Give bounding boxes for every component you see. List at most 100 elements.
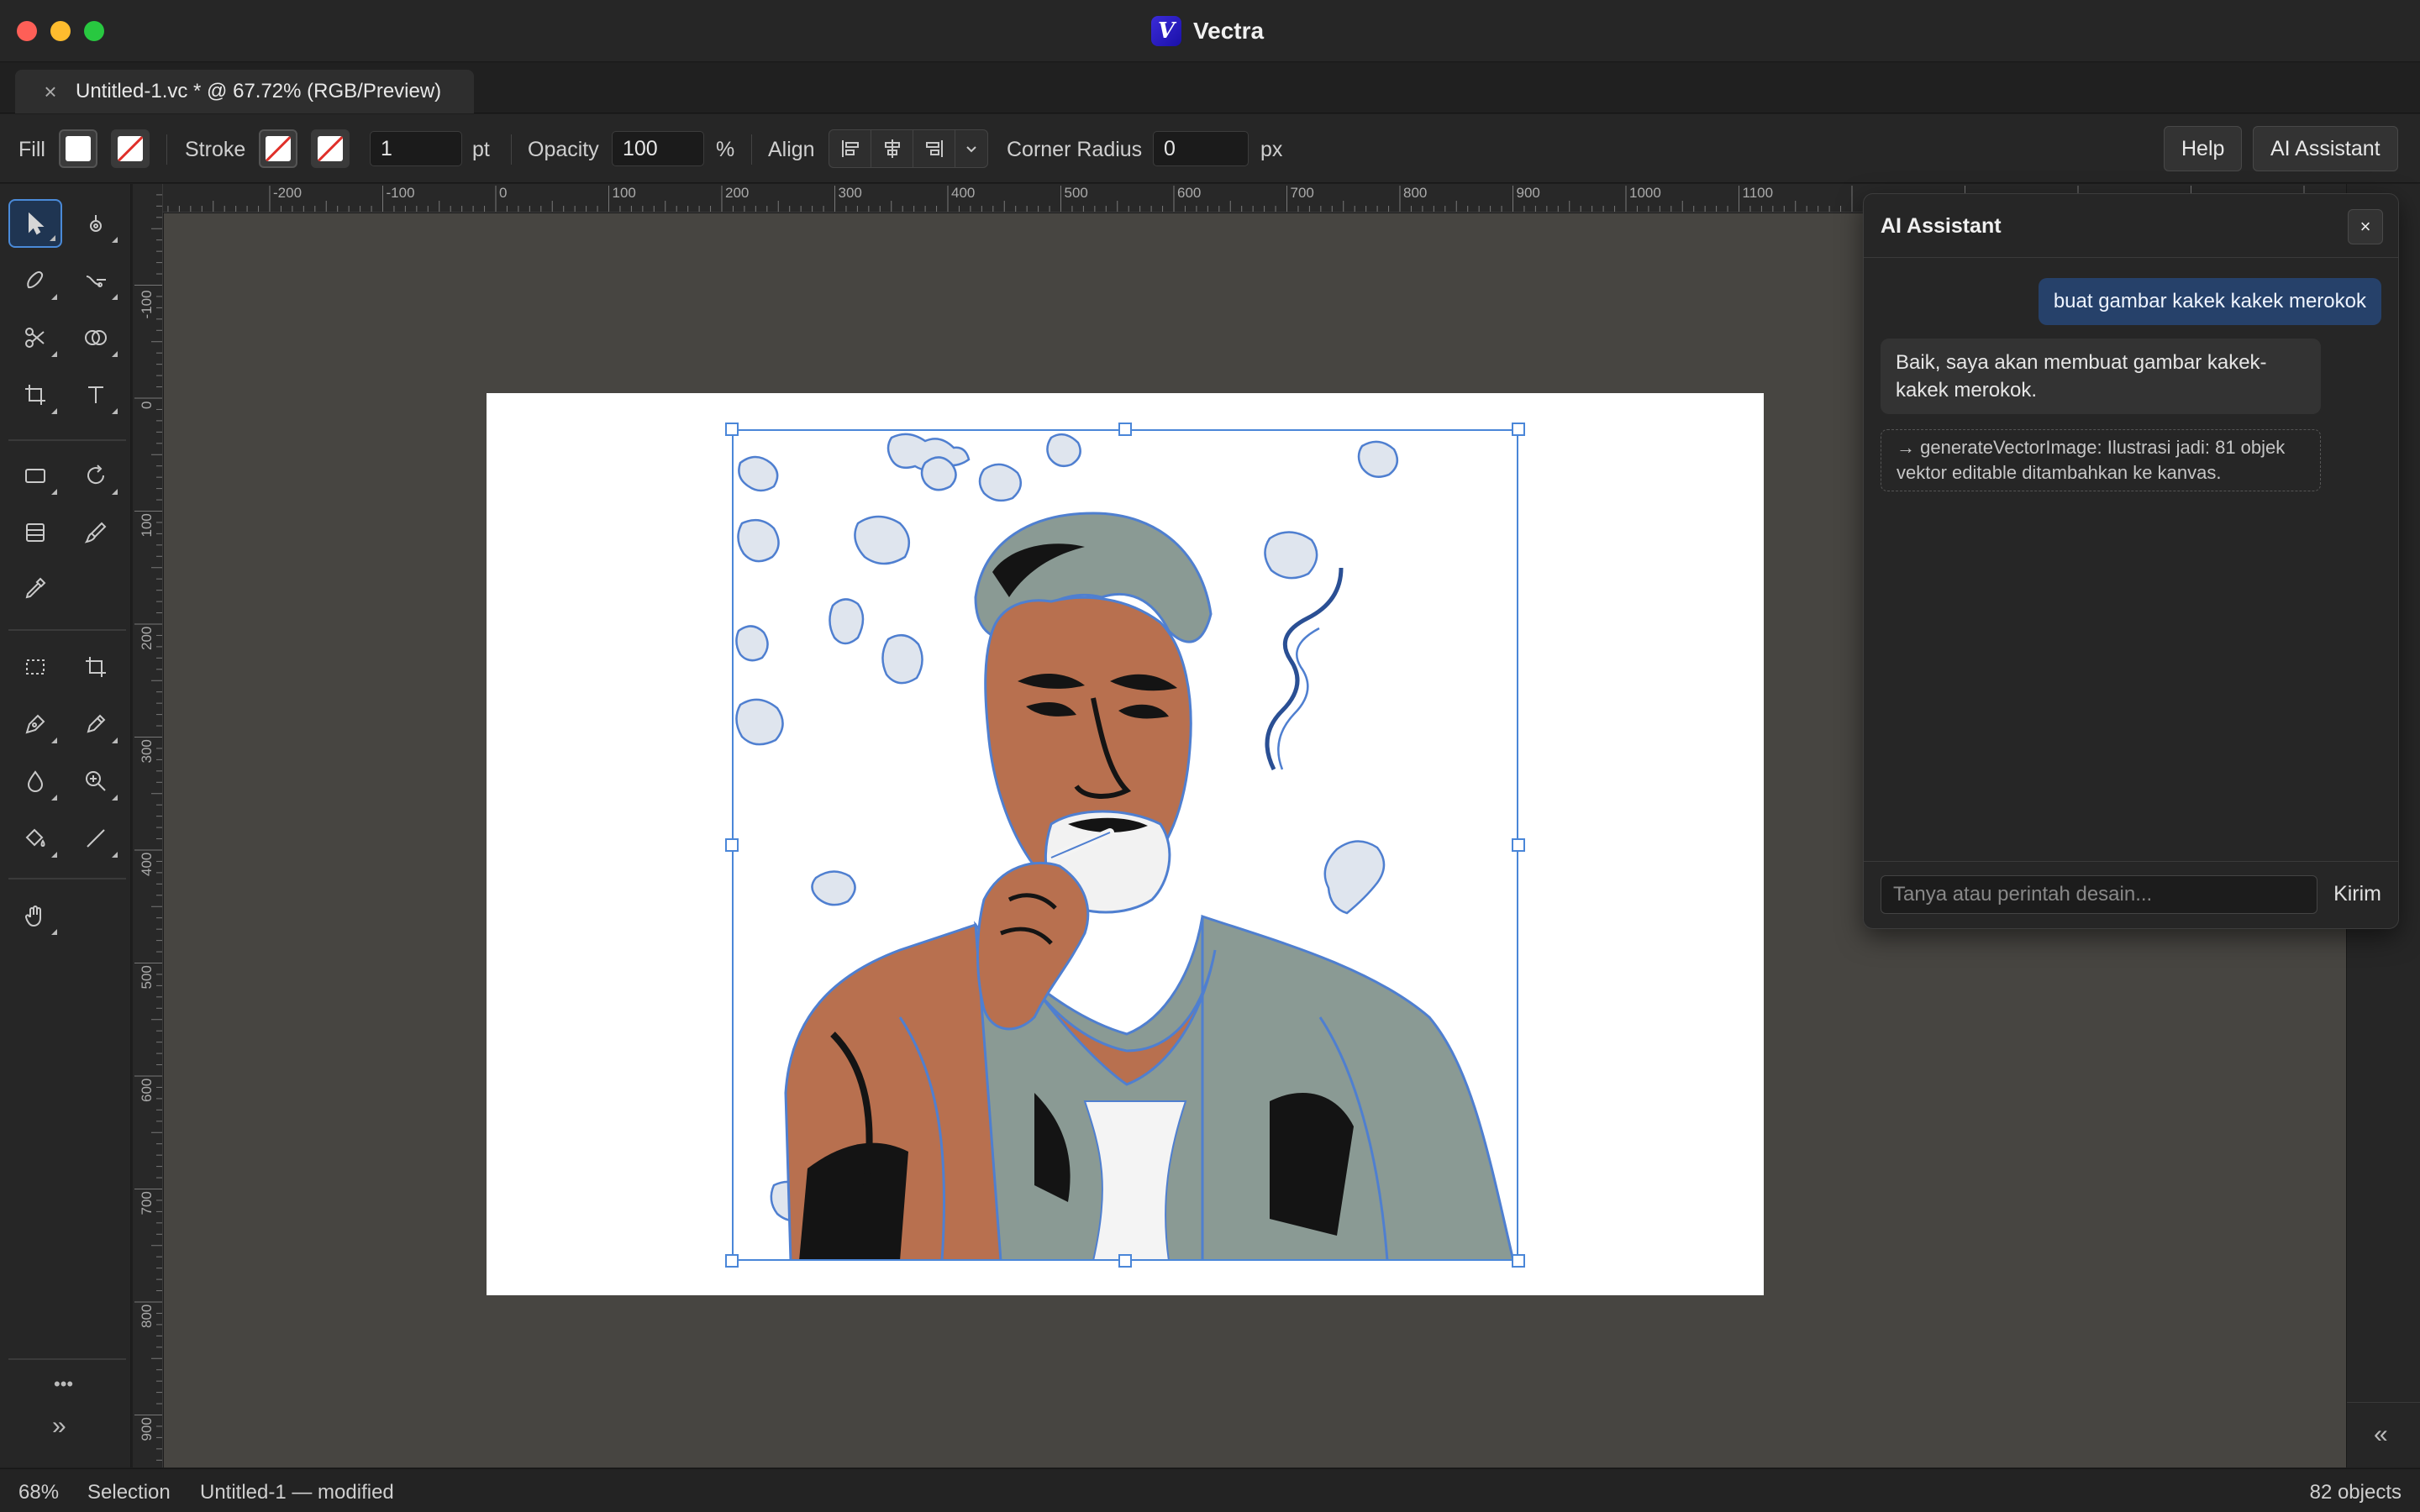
- blob-brush-icon: [27, 270, 44, 289]
- help-button[interactable]: Help: [2164, 126, 2243, 171]
- ruler-label: 300: [139, 739, 155, 763]
- droplet-icon: [27, 770, 44, 792]
- toolbar-divider: [8, 629, 126, 631]
- toolbar-divider: [8, 1358, 126, 1360]
- resize-handle-bottom-left[interactable]: [725, 1254, 739, 1268]
- send-button[interactable]: Kirim: [2333, 882, 2381, 906]
- paintbrush-icon: [84, 522, 107, 543]
- blob-brush-tool[interactable]: [8, 256, 62, 305]
- curvature-tool[interactable]: [69, 256, 123, 305]
- line-tool[interactable]: [69, 814, 123, 863]
- active-tool-name: Selection: [87, 1481, 171, 1504]
- resize-handle-top[interactable]: [1118, 423, 1132, 436]
- direct-selection-tool[interactable]: [69, 199, 123, 248]
- divider: [2347, 1402, 2420, 1403]
- resize-handle-left[interactable]: [725, 838, 739, 852]
- ruler-label: 600: [139, 1079, 155, 1102]
- fill-color-swatch[interactable]: [59, 129, 97, 168]
- more-tools-button[interactable]: •••: [54, 1373, 73, 1395]
- document-tab[interactable]: × Untitled-1.vc * @ 67.72% (RGB/Preview): [15, 70, 474, 113]
- align-center-button[interactable]: [871, 130, 913, 167]
- expand-toolbar-button[interactable]: »: [52, 1412, 66, 1441]
- ai-assistant-button[interactable]: AI Assistant: [2253, 126, 2398, 171]
- artboard-tool[interactable]: [8, 370, 62, 419]
- brush-tool[interactable]: [69, 508, 123, 557]
- window-minimize-button[interactable]: [50, 21, 71, 41]
- close-panel-button[interactable]: ×: [2348, 209, 2383, 244]
- paint-bucket-tool[interactable]: [8, 814, 62, 863]
- scissors-tool[interactable]: [8, 313, 62, 362]
- document-tab-label: Untitled-1.vc * @ 67.72% (RGB/Preview): [76, 80, 442, 102]
- eyedropper-tool[interactable]: [8, 564, 62, 612]
- divider: [751, 134, 752, 165]
- app-title: Vectra: [1193, 18, 1265, 44]
- rectangle-tool[interactable]: [8, 451, 62, 500]
- align-more-button[interactable]: [955, 130, 987, 167]
- selection-bounding-box[interactable]: [732, 429, 1518, 1261]
- curvature-pen-icon: [86, 276, 106, 287]
- chevron-down-icon: [966, 146, 976, 153]
- ai-panel-title: AI Assistant: [1881, 214, 2002, 238]
- rotate-tool[interactable]: [69, 451, 123, 500]
- ruler-label: 900: [139, 1417, 155, 1441]
- opacity-input[interactable]: 100: [612, 131, 704, 166]
- align-left-button[interactable]: [829, 130, 871, 167]
- fill-none-swatch[interactable]: [111, 129, 150, 168]
- ruler-label: 800: [1403, 185, 1427, 201]
- rotate-icon: [87, 465, 105, 485]
- resize-handle-right[interactable]: [1512, 838, 1525, 852]
- align-center-icon: [884, 139, 900, 158]
- window-close-button[interactable]: [17, 21, 37, 41]
- toolbar-divider: [8, 878, 126, 879]
- chart-tool[interactable]: [8, 508, 62, 557]
- ruler-label: 800: [139, 1305, 155, 1328]
- stroke-color-swatch[interactable]: [259, 129, 297, 168]
- title-bar: V Vectra: [0, 0, 2420, 62]
- anchor-point-icon: [90, 215, 102, 232]
- pen-tool[interactable]: [8, 700, 62, 748]
- blur-tool[interactable]: [8, 757, 62, 806]
- ruler-label: -100: [139, 290, 155, 318]
- selection-tool[interactable]: [8, 199, 62, 248]
- user-message: buat gambar kakek kakek merokok: [2038, 278, 2381, 325]
- ruler-label: 1000: [1629, 185, 1661, 201]
- app-title-group: V Vectra: [1151, 15, 1264, 47]
- shape-builder-icon: [85, 330, 107, 345]
- resize-handle-top-right[interactable]: [1512, 423, 1525, 436]
- shape-builder-tool[interactable]: [69, 313, 123, 362]
- zoom-level[interactable]: 68%: [18, 1481, 59, 1504]
- resize-handle-bottom-right[interactable]: [1512, 1254, 1525, 1268]
- resize-handle-bottom[interactable]: [1118, 1254, 1132, 1268]
- divider: [166, 134, 167, 165]
- ai-assistant-panel: AI Assistant × buat gambar kakek kakek m…: [1863, 193, 2399, 929]
- stroke-width-input[interactable]: 1: [370, 131, 462, 166]
- ai-prompt-input[interactable]: Tanya atau perintah desain...: [1881, 875, 2317, 914]
- object-count: 82 objects: [2309, 1481, 2402, 1504]
- toolbar-divider: [8, 439, 126, 441]
- align-right-button[interactable]: [913, 130, 955, 167]
- artboard-icon: [25, 385, 45, 405]
- type-tool[interactable]: [69, 370, 123, 419]
- hand-tool[interactable]: [8, 891, 62, 940]
- corner-radius-input[interactable]: 0: [1153, 131, 1249, 166]
- resize-handle-top-left[interactable]: [725, 423, 739, 436]
- collapse-panel-button[interactable]: «: [2374, 1420, 2388, 1449]
- stroke-label: Stroke: [185, 138, 246, 161]
- window-maximize-button[interactable]: [84, 21, 104, 41]
- marquee-tool[interactable]: [8, 643, 62, 691]
- status-bar: 68% Selection Untitled-1 — modified 82 o…: [0, 1468, 2420, 1512]
- zoom-tool[interactable]: [69, 757, 123, 806]
- stroke-none-swatch[interactable]: [311, 129, 350, 168]
- close-tab-icon[interactable]: ×: [40, 79, 60, 105]
- ruler-label: 0: [499, 185, 507, 201]
- crop-tool[interactable]: [69, 643, 123, 691]
- assistant-message: Baik, saya akan membuat gambar kakek-kak…: [1881, 339, 2321, 414]
- line-icon: [87, 829, 105, 848]
- pencil-tool[interactable]: [69, 700, 123, 748]
- document-status: Untitled-1 — modified: [200, 1481, 394, 1504]
- ruler-label: 1100: [1743, 185, 1774, 201]
- align-right-icon: [925, 140, 943, 157]
- crop-icon: [86, 657, 106, 677]
- align-left-icon: [841, 140, 859, 157]
- paint-bucket-icon: [25, 828, 45, 848]
